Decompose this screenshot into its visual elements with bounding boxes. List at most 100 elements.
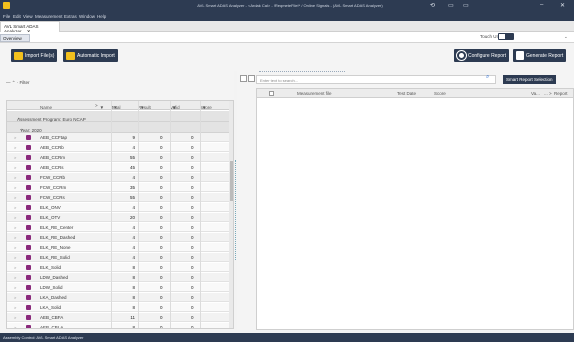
test-name: ELK_Solid (40, 265, 62, 270)
expand-icon[interactable]: > (14, 255, 16, 260)
column-va[interactable]: Va... (531, 91, 540, 96)
test-type-icon (26, 285, 31, 290)
table-row[interactable]: > ELK_Solid 8 0 0 (7, 263, 229, 272)
chevron-down-icon[interactable]: ⌄ (564, 34, 568, 40)
test-total: 35 (129, 185, 135, 190)
test-overview-panel: — ⌃ · Filter Name > ▼ Total ▼ Result ▼ Val… (0, 71, 234, 330)
table-row[interactable]: > AEB_CCRm 55 0 0 (7, 153, 229, 162)
table-row[interactable]: > ELK_RE_Center 4 0 0 (7, 223, 229, 232)
minimize-button[interactable]: – (540, 2, 543, 8)
test-valid: 0 (191, 145, 194, 150)
group-row-year[interactable]: ⌃ Year: 2020 (7, 122, 229, 133)
expand-icon[interactable]: > (14, 245, 16, 250)
expand-icon[interactable]: > (14, 215, 16, 220)
expand-icon[interactable]: > (14, 235, 16, 240)
window-control-icon[interactable]: ▭ (448, 2, 454, 9)
expand-icon[interactable]: > (14, 195, 16, 200)
table-row[interactable]: > FCW_CCRs 55 0 0 (7, 193, 229, 202)
table-row[interactable]: > LKA_Dashed 8 0 0 (7, 293, 229, 302)
table-row[interactable]: > ELK_ONV 4 0 0 (7, 203, 229, 212)
expand-icon[interactable]: > (14, 205, 16, 210)
sort-icon[interactable]: > ▼ (95, 103, 104, 110)
clear-icon[interactable] (248, 75, 255, 82)
drag-handle[interactable] (259, 71, 345, 72)
checkbox-icon[interactable] (240, 75, 247, 82)
column-menu-icon[interactable]: ... > (544, 91, 552, 96)
test-result: 0 (160, 195, 163, 200)
touch-ui-toggle[interactable] (498, 33, 514, 40)
filter-collapse-icon: — ⌃ · (6, 80, 19, 85)
tab-overview[interactable]: Overview (0, 34, 30, 42)
window-control-icon[interactable]: ▭ (463, 2, 469, 9)
table-row[interactable]: > FCW_CCRb 4 0 0 (7, 173, 229, 182)
table-row[interactable]: > ELK_OTV 20 0 0 (7, 213, 229, 222)
test-name: FCW_CCRb (40, 175, 66, 180)
column-report[interactable]: Report (554, 91, 568, 96)
filter-label: Filter (19, 80, 30, 85)
expand-icon[interactable]: > (14, 155, 16, 160)
table-row[interactable]: > ELK_RE_Dashed 4 0 0 (7, 233, 229, 242)
automatic-import-button[interactable]: Automatic Import (63, 49, 118, 62)
expand-icon[interactable]: > (14, 315, 16, 320)
column-measurement-file[interactable]: Measurement file (297, 91, 332, 96)
table-row[interactable]: > LDW_Dashed 8 0 0 (7, 273, 229, 282)
test-result: 0 (160, 315, 163, 320)
menu-help[interactable]: Help (97, 14, 106, 19)
search-icon[interactable]: ⌕ (486, 74, 489, 81)
table-row[interactable]: > AEB_CBFA 11 0 0 (7, 313, 229, 322)
document-tab[interactable]: AVL Smart ADAS Analyzer ✕ (0, 21, 60, 34)
expand-icon[interactable]: > (14, 275, 16, 280)
test-total: 8 (132, 285, 135, 290)
test-total: 20 (129, 215, 135, 220)
select-all-checkbox[interactable] (269, 91, 274, 96)
group-row-program[interactable]: ⌃ Assessment Program: Euro NCAP (7, 111, 229, 122)
table-row[interactable]: > LDW_Solid 8 0 0 (7, 283, 229, 292)
close-button[interactable]: ✕ (560, 2, 565, 9)
menu-window[interactable]: Window (79, 14, 95, 19)
test-type-icon (26, 195, 31, 200)
table-row[interactable]: > AEB_CBLA 8 0 0 (7, 323, 229, 329)
search-input[interactable]: Enter text to search... (256, 75, 496, 84)
table-row[interactable]: > AEB_CCRs 45 0 0 (7, 163, 229, 172)
table-row[interactable]: > ELK_RE_Solid 4 0 0 (7, 253, 229, 262)
configure-report-button[interactable]: Configure Report (454, 49, 510, 62)
test-total: 45 (129, 165, 135, 170)
generate-report-button[interactable]: Generate Report (513, 49, 567, 62)
expand-icon[interactable]: > (14, 175, 16, 180)
expand-icon[interactable]: > (14, 145, 16, 150)
table-row[interactable]: > AEB_CCFtap 9 0 0 (7, 133, 229, 142)
column-test-date[interactable]: Test Date (397, 91, 416, 96)
expand-icon[interactable]: > (14, 165, 16, 170)
menu-measurement[interactable]: Measurement (35, 14, 63, 19)
expand-icon[interactable]: > (14, 295, 16, 300)
scrollbar-thumb[interactable] (230, 161, 233, 201)
expand-icon[interactable]: > (14, 135, 16, 140)
expand-icon[interactable]: > (14, 185, 16, 190)
table-row[interactable]: > ELK_RE_None 4 0 0 (7, 243, 229, 252)
expand-icon[interactable]: > (14, 305, 16, 310)
filter-toggle[interactable]: — ⌃ · Filter (6, 80, 30, 86)
column-score[interactable]: Score (434, 91, 446, 96)
test-result: 0 (160, 175, 163, 180)
expand-icon[interactable]: > (14, 225, 16, 230)
window-control-icon[interactable]: ⟲ (430, 2, 435, 9)
menu-edit[interactable]: Edit (13, 14, 21, 19)
menu-view[interactable]: View (23, 14, 33, 19)
test-valid: 0 (191, 165, 194, 170)
smart-report-selection-button[interactable]: Smart Report Selection (503, 75, 556, 84)
table-row[interactable]: > FCW_CCRm 35 0 0 (7, 183, 229, 192)
expand-icon[interactable]: > (14, 325, 16, 328)
configure-report-label: Configure Report (468, 52, 507, 59)
menu-extras[interactable]: Extras (64, 14, 77, 19)
test-type-icon (26, 225, 31, 230)
status-text: Assembly Control: AVL Smart ADAS Analyze… (3, 335, 84, 340)
table-row[interactable]: > AEB_CCRb 4 0 0 (7, 143, 229, 152)
expand-icon[interactable]: > (14, 265, 16, 270)
import-files-button[interactable]: Import File(s) (11, 49, 58, 62)
test-total: 55 (129, 155, 135, 160)
table-row[interactable]: > LKA_Solid 8 0 0 (7, 303, 229, 312)
expand-icon[interactable]: > (14, 285, 16, 290)
menu-file[interactable]: File (3, 14, 10, 19)
vertical-scrollbar[interactable] (229, 101, 233, 328)
test-total: 8 (132, 325, 135, 329)
